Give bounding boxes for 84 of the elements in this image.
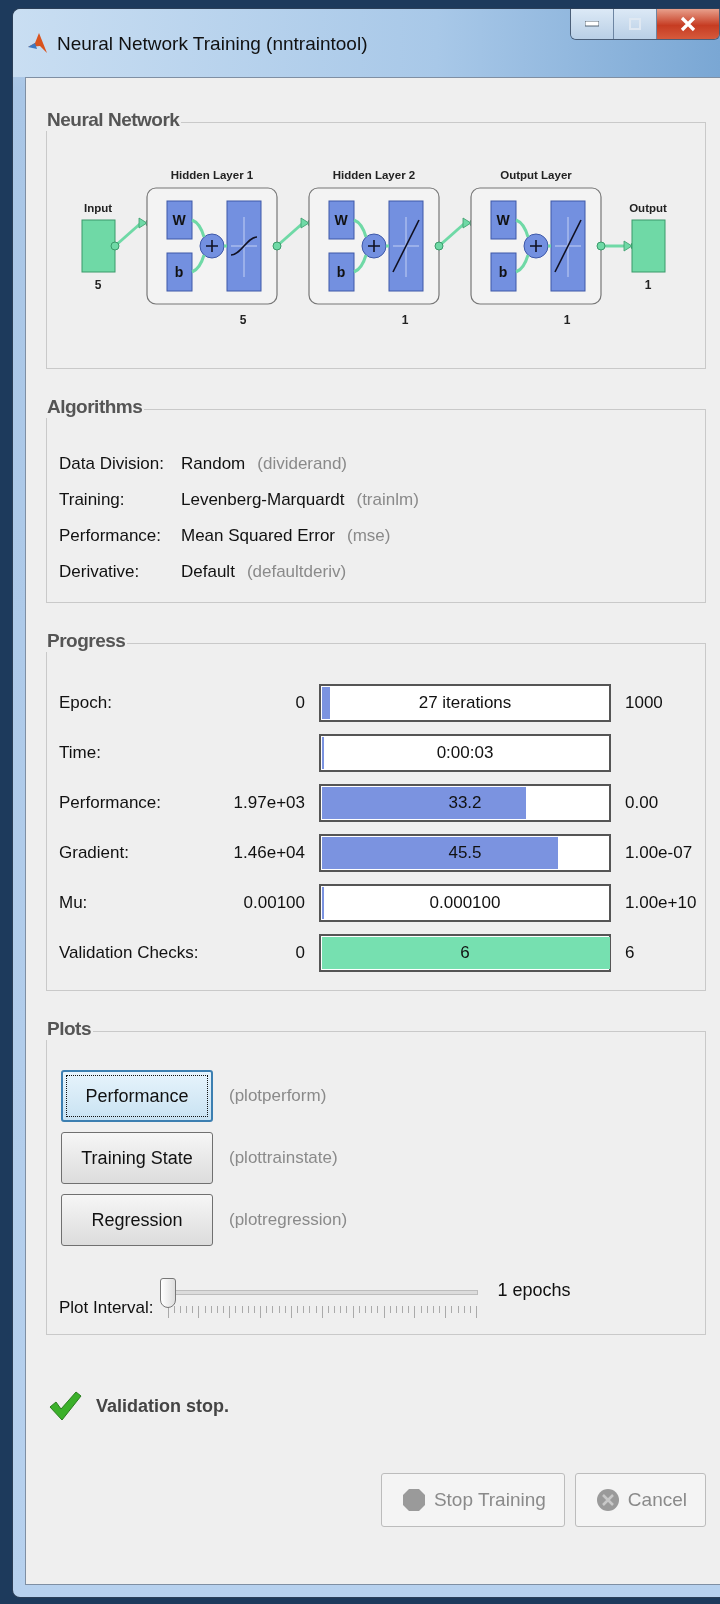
function-name: (dividerand) [257,454,348,474]
plot-button[interactable]: Training State [61,1132,213,1184]
node-label: Input [83,202,113,214]
progress-value: 0.000100 [429,893,501,913]
checkmark-icon [48,1389,82,1423]
maximize-button[interactable] [614,9,657,39]
node-size: 5 [94,278,102,292]
progress-value: 27 iterations [418,693,512,713]
end-value: 6 [625,943,636,963]
start-value: 0 [294,693,305,713]
sum-icon [361,233,387,259]
field-label: Data Division: [59,454,165,474]
field-label: Derivative: [59,562,141,582]
function-name: (mse) [347,526,391,546]
progress-label: Time: [59,743,102,763]
bias-block [328,252,355,292]
bias-block [166,252,193,292]
close-icon [680,16,696,32]
layer-title: Hidden Layer 1 [170,169,254,181]
progress-label: Performance: [59,793,163,813]
progress-value: 33.2 [448,793,482,813]
end-value: 0.00 [625,793,660,813]
window-title: Neural Network Training (nntraintool) [57,33,368,55]
start-value: 1.97e+03 [233,793,305,813]
function-name: (trainlm) [356,490,419,510]
field-label: Performance: [59,526,163,546]
progress-label: Epoch: [59,693,113,713]
stop-sign-icon [401,1488,426,1512]
node-label: Output [629,202,667,214]
sum-icon [199,233,225,259]
start-value: 0.00100 [242,893,305,913]
progress-label: Mu: [59,893,89,913]
layer-title: Hidden Layer 2 [332,169,416,181]
function-name: (plottrainstate) [229,1148,338,1168]
start-value: 0 [294,943,305,963]
field-value: Default [181,562,235,582]
progress-value: 0:00:03 [436,743,494,763]
sum-icon [523,233,549,259]
function-name: (defaultderiv) [246,562,347,582]
inner-connector [514,218,553,274]
slider-label: Plot Interval: [59,1298,154,1318]
layer-size: 1 [563,313,571,327]
bias-label: b [336,264,346,280]
weight-label: W [172,212,186,228]
field-value: Levenberg-Marquardt [181,490,345,510]
bias-label: b [498,264,508,280]
progress-value: 45.5 [448,843,482,863]
minimize-button[interactable] [571,9,614,39]
function-name: (plotregression) [229,1210,348,1230]
progress-value: 6 [460,943,470,963]
weight-block [166,200,193,240]
layer-size: 5 [239,313,247,327]
maximize-icon [629,18,641,30]
function-name: (plotperform) [229,1086,327,1106]
minimize-icon [585,21,599,27]
end-value: 1.00e+10 [625,893,697,913]
layer-title: Output Layer [500,169,572,181]
field-label: Training: [59,490,126,510]
slider-reading: 1 epochs [497,1280,571,1301]
end-value: 1000 [625,693,664,713]
slider-thumb[interactable] [159,1278,176,1308]
plot-button[interactable]: Performance [61,1070,213,1122]
field-value: Mean Squared Error [181,526,336,546]
start-value: 1.46e+04 [233,843,305,863]
bias-label: b [174,264,184,280]
inner-connector [352,218,391,274]
close-button[interactable] [657,9,719,39]
inner-connector [190,218,229,274]
bias-block [490,252,517,292]
cancel-icon [595,1488,620,1512]
end-value: 1.00e-07 [625,843,694,863]
status-message: Validation stop. [96,1395,229,1417]
output-node [631,219,666,273]
progress-label: Validation Checks: [59,943,200,963]
field-value: Random [181,454,246,474]
weight-block [328,200,355,240]
input-node [81,219,116,273]
weight-label: W [496,212,510,228]
layer-size: 1 [401,313,409,327]
node-size: 1 [644,278,652,292]
progress-label: Gradient: [59,843,130,863]
plot-button[interactable]: Regression [61,1194,213,1246]
weight-block [490,200,517,240]
weight-label: W [334,212,348,228]
